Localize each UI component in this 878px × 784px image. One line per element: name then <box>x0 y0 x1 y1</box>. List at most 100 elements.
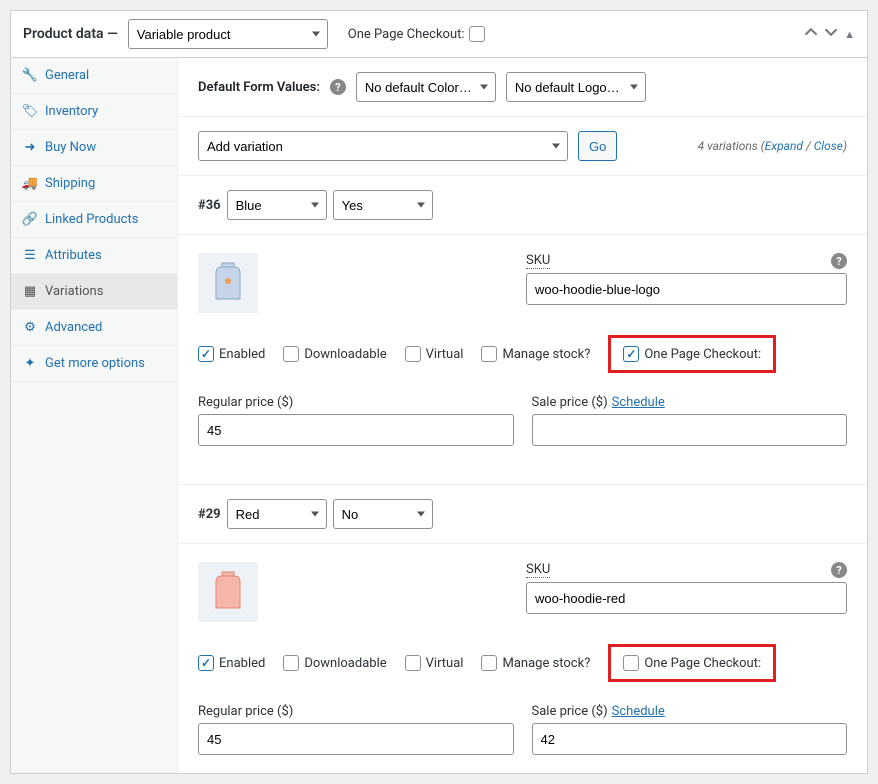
variation-logo-select[interactable]: No <box>333 499 433 529</box>
chevron-down-icon[interactable] <box>824 25 838 43</box>
variation-color-select[interactable]: Blue <box>227 190 327 220</box>
gear-icon: ⚙ <box>23 321 37 335</box>
variation-thumbnail[interactable] <box>198 562 258 622</box>
opc-highlight-box: One Page Checkout: <box>608 644 776 682</box>
wrench-icon: 🔧 <box>23 69 37 83</box>
product-type-select-wrap: Variable product <box>128 19 328 49</box>
sidebar-item-label: General <box>45 68 89 83</box>
sidebar-item-label: Advanced <box>45 320 102 335</box>
sidebar: 🔧 General 🏷 Inventory ➜ Buy Now 🚚 Shippi… <box>11 58 178 773</box>
check-label: Enabled <box>219 656 265 671</box>
variation-id: #36 <box>198 198 221 213</box>
sidebar-item-shipping[interactable]: 🚚 Shipping <box>11 166 177 202</box>
checkbox-icon <box>405 655 421 671</box>
variation-thumbnail[interactable] <box>198 253 258 313</box>
checkbox-icon <box>405 346 421 362</box>
schedule-link[interactable]: Schedule <box>612 704 665 719</box>
checkbox-icon <box>623 346 639 362</box>
checkbox-icon <box>283 346 299 362</box>
panel-header-icons: ▲ <box>804 25 855 43</box>
sidebar-item-label: Inventory <box>45 104 98 119</box>
variation-id: #29 <box>198 507 221 522</box>
downloadable-check[interactable]: Downloadable <box>283 346 386 362</box>
variation-logo-select[interactable]: Yes <box>333 190 433 220</box>
variation-color-select[interactable]: Red <box>227 499 327 529</box>
help-icon[interactable]: ? <box>831 562 847 578</box>
tag-icon: 🏷 <box>23 105 37 119</box>
check-label: Virtual <box>426 656 464 671</box>
sidebar-item-linked-products[interactable]: 🔗 Linked Products <box>11 202 177 238</box>
check-label: Manage stock? <box>502 347 590 362</box>
checkbox-icon <box>623 655 639 671</box>
check-label: Enabled <box>219 347 265 362</box>
check-label: Manage stock? <box>502 656 590 671</box>
sidebar-item-get-more[interactable]: ✦ Get more options <box>11 346 177 382</box>
virtual-check[interactable]: Virtual <box>405 655 464 671</box>
checkbox-icon <box>481 655 497 671</box>
sku-input[interactable] <box>526 582 847 614</box>
main-content: Default Form Values: ? No default Color…… <box>178 58 867 773</box>
regular-price-input[interactable] <box>198 414 514 446</box>
schedule-link[interactable]: Schedule <box>612 395 665 410</box>
sku-label: SKU <box>526 253 550 269</box>
panel-body: 🔧 General 🏷 Inventory ➜ Buy Now 🚚 Shippi… <box>11 58 867 773</box>
downloadable-check[interactable]: Downloadable <box>283 655 386 671</box>
enabled-check[interactable]: Enabled <box>198 346 265 362</box>
grid-icon: ▦ <box>23 285 37 299</box>
opc-check[interactable]: One Page Checkout: <box>623 655 761 671</box>
help-icon[interactable]: ? <box>330 79 346 95</box>
opc-check[interactable]: One Page Checkout: <box>623 346 761 362</box>
sku-label: SKU <box>526 562 550 578</box>
default-color-select[interactable]: No default Color… <box>356 72 496 102</box>
add-variation-select[interactable]: Add variation <box>198 131 568 161</box>
truck-icon: 🚚 <box>23 177 37 191</box>
opc-highlight-box: One Page Checkout: <box>608 335 776 373</box>
sidebar-item-attributes[interactable]: ☰ Attributes <box>11 238 177 274</box>
check-label: Downloadable <box>304 347 386 362</box>
check-label: Virtual <box>426 347 464 362</box>
checkbox-icon <box>481 346 497 362</box>
default-logo-select[interactable]: No default Logo… <box>506 72 646 102</box>
link-icon: 🔗 <box>23 213 37 227</box>
add-variation-row: Add variation Go 4 variations (Expand / … <box>178 117 867 176</box>
variations-count: 4 variations <box>698 139 758 153</box>
default-values-label: Default Form Values: <box>198 80 320 95</box>
sidebar-item-label: Buy Now <box>45 140 96 155</box>
manage-stock-check[interactable]: Manage stock? <box>481 346 590 362</box>
product-type-select[interactable]: Variable product <box>128 19 328 49</box>
sidebar-item-advanced[interactable]: ⚙ Advanced <box>11 310 177 346</box>
virtual-check[interactable]: Virtual <box>405 346 464 362</box>
sparkle-icon: ✦ <box>23 357 37 371</box>
sidebar-item-label: Variations <box>45 284 103 299</box>
list-icon: ☰ <box>23 249 37 263</box>
manage-stock-check[interactable]: Manage stock? <box>481 655 590 671</box>
close-link[interactable]: Close <box>814 139 843 153</box>
variations-meta: 4 variations (Expand / Close) <box>698 139 847 153</box>
default-form-values-row: Default Form Values: ? No default Color…… <box>178 58 867 117</box>
checkbox-icon <box>198 655 214 671</box>
sale-price-input[interactable] <box>532 414 848 446</box>
opc-header-group: One Page Checkout: <box>348 26 485 42</box>
sidebar-item-inventory[interactable]: 🏷 Inventory <box>11 94 177 130</box>
sidebar-item-label: Attributes <box>45 248 102 263</box>
sku-input[interactable] <box>526 273 847 305</box>
variation-body: SKU ? Enabled Downloadable <box>178 544 867 773</box>
triangle-up-icon[interactable]: ▲ <box>844 28 855 41</box>
regular-price-label: Regular price ($) <box>198 395 293 410</box>
expand-link[interactable]: Expand <box>765 139 803 153</box>
chevron-up-icon[interactable] <box>804 25 818 43</box>
sidebar-item-general[interactable]: 🔧 General <box>11 58 177 94</box>
panel-title: Product data — <box>23 26 118 42</box>
enabled-check[interactable]: Enabled <box>198 655 265 671</box>
opc-header-checkbox[interactable] <box>469 26 485 42</box>
regular-price-input[interactable] <box>198 723 514 755</box>
check-label: One Page Checkout: <box>644 347 761 362</box>
arrow-right-circle-icon: ➜ <box>23 141 37 155</box>
sidebar-item-buy-now[interactable]: ➜ Buy Now <box>11 130 177 166</box>
sale-price-input[interactable] <box>532 723 848 755</box>
check-label: Downloadable <box>304 656 386 671</box>
sidebar-item-variations[interactable]: ▦ Variations <box>11 274 177 310</box>
help-icon[interactable]: ? <box>831 253 847 269</box>
variation-body: SKU ? Enabled Downloadable <box>178 235 867 464</box>
go-button[interactable]: Go <box>578 131 617 161</box>
